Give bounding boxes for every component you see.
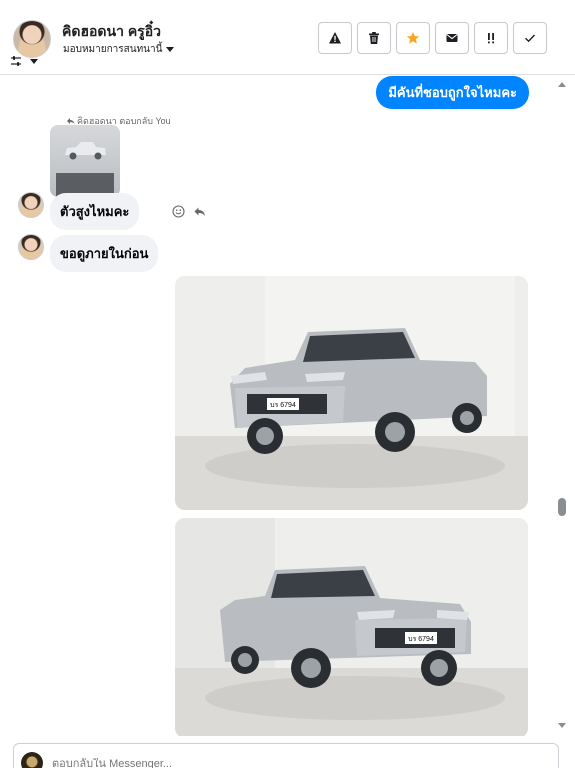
car-thumbnail (65, 142, 106, 160)
envelope-icon (446, 34, 458, 42)
replied-image-preview[interactable] (50, 125, 120, 197)
contact-avatar (18, 192, 44, 218)
assign-conversation-dropdown[interactable]: มอบหมายการสนทนานี้ (63, 42, 175, 57)
follow-up-button[interactable] (474, 22, 508, 54)
license-plate: บร 6794 (270, 402, 296, 409)
message-thread[interactable]: มีคันที่ชอบถูกใจไหมคะ คิดฮอดนา ตอบกลับ Y… (0, 76, 575, 736)
exclamation-icon (488, 33, 494, 44)
conversation-header: คิดฮอดนา ครูอิ๋ว มอบหมายการสนทนานี้ (0, 0, 575, 75)
chevron-down-icon (166, 47, 175, 52)
trash-icon (369, 32, 379, 44)
chevron-down-icon (30, 58, 38, 64)
car-photo[interactable]: บร 6794 (175, 276, 528, 510)
reply-input[interactable] (52, 758, 452, 768)
scrollbar-thumb[interactable] (558, 498, 566, 516)
reply-arrow-icon (67, 118, 75, 124)
mark-unread-button[interactable] (435, 22, 469, 54)
thread-scrollbar[interactable] (557, 76, 567, 736)
assign-conversation-label: มอบหมายการสนทนานี้ (63, 44, 163, 55)
check-icon (525, 34, 536, 43)
page-avatar (21, 752, 43, 768)
reply-icon[interactable] (193, 205, 206, 218)
spam-button[interactable] (318, 22, 352, 54)
outgoing-message: มีคันที่ชอบถูกใจไหมคะ (376, 76, 529, 109)
done-button[interactable] (513, 22, 547, 54)
star-button[interactable] (396, 22, 430, 54)
emoji-react-icon[interactable] (172, 205, 185, 218)
scroll-up-arrow-icon[interactable] (558, 82, 566, 87)
incoming-message: ตัวสูงไหมคะ (50, 193, 140, 230)
delete-button[interactable] (357, 22, 391, 54)
scroll-down-arrow-icon[interactable] (558, 723, 566, 728)
contact-avatar (18, 234, 44, 260)
star-icon (406, 32, 420, 44)
license-plate: บร 6794 (408, 636, 434, 643)
warning-icon (329, 32, 341, 44)
reply-composer[interactable] (13, 743, 559, 768)
pickup-truck-image: บร 6794 (175, 276, 528, 510)
pickup-truck-image: บร 6794 (175, 518, 528, 736)
car-photo[interactable]: บร 6794 (175, 518, 528, 736)
message-actions (172, 205, 206, 218)
contact-name[interactable]: คิดฮอดนา ครูอิ๋ว (62, 21, 161, 43)
filter-menu[interactable] (10, 55, 38, 67)
sliders-icon (11, 56, 21, 66)
conversation-toolbar (318, 22, 547, 54)
incoming-message: ขอดูภายในก่อน (50, 235, 159, 272)
contact-avatar[interactable] (13, 20, 51, 58)
